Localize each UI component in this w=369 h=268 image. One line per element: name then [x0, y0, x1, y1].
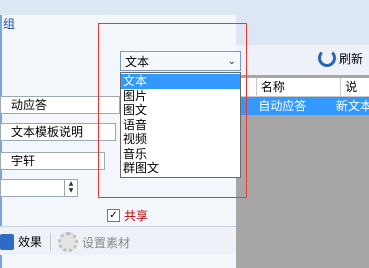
spin-down-icon[interactable]: ▼	[65, 187, 77, 194]
title-bar	[0, 0, 369, 15]
dropdown-option-image-text[interactable]: 图文	[121, 103, 240, 118]
dropdown-option-text[interactable]: 文本	[121, 74, 240, 89]
column-header-description[interactable]: 说明	[341, 78, 369, 112]
number-spinner[interactable]: ▲ ▼	[64, 180, 77, 196]
column-header-name[interactable]: 名称	[257, 78, 342, 96]
bottom-toolbar: 效果 设置素材	[0, 226, 236, 255]
effect-button[interactable]: 效果	[0, 233, 42, 250]
chevron-down-icon: ⌄	[227, 55, 236, 67]
share-label: 共享	[124, 209, 149, 223]
table-row[interactable]: 自动应答 新文本	[236, 97, 369, 115]
dropdown-option-voice[interactable]: 语音	[121, 118, 240, 133]
type-select-value: 文本	[125, 54, 150, 69]
settings-material-button[interactable]: 设置素材	[58, 232, 130, 252]
type-dropdown-list: 文本 图片 图文 语音 视频 音乐 群图文	[120, 72, 241, 178]
grid-header: 名称 说明	[236, 78, 369, 112]
group-link[interactable]: 组	[3, 15, 15, 32]
dropdown-option-music[interactable]: 音乐	[121, 147, 240, 162]
template-description-field[interactable]: 文本模板说明	[0, 123, 116, 141]
type-select[interactable]: 文本 ⌄	[120, 51, 241, 71]
checkbox-icon[interactable]: ✓	[107, 209, 120, 222]
checkmark-icon: ✓	[109, 209, 118, 221]
dropdown-option-image[interactable]: 图片	[121, 89, 240, 104]
share-checkbox[interactable]: ✓ 共享	[107, 207, 148, 224]
row-name-cell[interactable]: 自动应答	[254, 97, 332, 115]
settings-label: 设置素材	[82, 235, 131, 250]
auto-reply-field[interactable]: 动应答	[0, 96, 120, 114]
author-field[interactable]: 宇轩	[0, 152, 105, 170]
spin-up-icon[interactable]: ▲	[65, 180, 77, 187]
dropdown-option-video[interactable]: 视频	[121, 132, 240, 147]
refresh-button[interactable]: 刷新	[318, 49, 363, 67]
toolbar-divider	[50, 233, 51, 251]
gear-icon	[58, 232, 78, 252]
effect-icon	[0, 233, 14, 250]
refresh-icon	[318, 49, 336, 67]
refresh-label: 刷新	[339, 51, 364, 66]
row-description-cell[interactable]: 新文本	[332, 97, 369, 115]
dropdown-option-group-image-text[interactable]: 群图文	[121, 161, 240, 176]
effect-label: 效果	[18, 235, 43, 249]
